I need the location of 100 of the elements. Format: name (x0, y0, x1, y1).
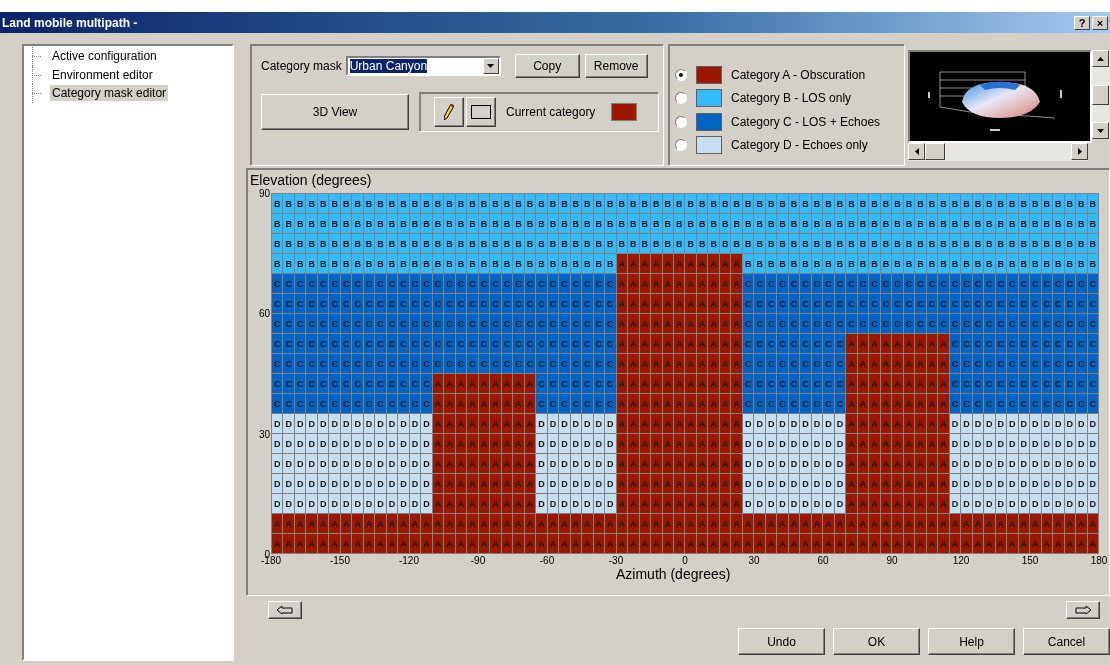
grid-cell[interactable]: B (708, 214, 720, 234)
grid-cell[interactable]: B (1030, 194, 1042, 214)
grid-cell[interactable]: A (731, 374, 743, 394)
grid-cell[interactable]: C (1076, 274, 1088, 294)
grid-cell[interactable]: C (984, 394, 996, 414)
grid-cell[interactable]: A (467, 514, 479, 534)
grid-cell[interactable]: A (651, 314, 663, 334)
grid-cell[interactable]: A (708, 354, 720, 374)
grid-cell[interactable]: D (1087, 494, 1099, 514)
grid-cell[interactable]: C (421, 354, 433, 374)
grid-cell[interactable]: C (444, 274, 456, 294)
grid-cell[interactable]: C (1053, 314, 1065, 334)
grid-cell[interactable]: B (938, 254, 950, 274)
grid-cell[interactable]: D (559, 474, 571, 494)
grid-cell[interactable]: A (467, 434, 479, 454)
grid-cell[interactable]: A (938, 474, 950, 494)
grid-cell[interactable]: A (731, 354, 743, 374)
grid-cell[interactable]: A (651, 474, 663, 494)
grid-cell[interactable]: B (800, 194, 812, 214)
grid-cell[interactable]: D (582, 434, 594, 454)
grid-cell[interactable]: A (559, 514, 571, 534)
grid-cell[interactable]: A (915, 514, 927, 534)
grid-cell[interactable]: A (490, 374, 502, 394)
grid-cell[interactable]: A (651, 354, 663, 374)
grid-cell[interactable]: D (329, 414, 341, 434)
grid-cell[interactable]: C (398, 314, 410, 334)
grid-cell[interactable]: C (1007, 294, 1019, 314)
grid-cell[interactable]: B (628, 234, 640, 254)
grid-cell[interactable]: A (628, 394, 640, 414)
grid-cell[interactable]: D (1007, 414, 1019, 434)
grid-cell[interactable]: B (605, 254, 617, 274)
grid-cell[interactable]: A (490, 494, 502, 514)
grid-cell[interactable]: A (685, 254, 697, 274)
grid-cell[interactable]: B (421, 214, 433, 234)
grid-cell[interactable]: A (444, 434, 456, 454)
grid-cell[interactable]: C (490, 294, 502, 314)
grid-cell[interactable]: C (467, 354, 479, 374)
grid-cell[interactable]: C (846, 314, 858, 334)
grid-cell[interactable]: B (559, 194, 571, 214)
grid-cell[interactable]: C (605, 274, 617, 294)
grid-cell[interactable]: C (467, 294, 479, 314)
grid-cell[interactable]: C (375, 334, 387, 354)
grid-cell[interactable]: D (1076, 474, 1088, 494)
grid-cell[interactable]: A (329, 514, 341, 534)
grid-cell[interactable]: B (651, 234, 663, 254)
grid-cell[interactable]: A (915, 534, 927, 554)
grid-cell[interactable]: A (869, 414, 881, 434)
grid-cell[interactable]: D (1007, 474, 1019, 494)
grid-cell[interactable]: C (1030, 394, 1042, 414)
grid-cell[interactable]: A (306, 514, 318, 534)
grid-cell[interactable]: D (421, 494, 433, 514)
grid-cell[interactable]: C (1030, 314, 1042, 334)
grid-cell[interactable]: D (1007, 434, 1019, 454)
grid-cell[interactable]: A (731, 534, 743, 554)
grid-cell[interactable]: A (961, 534, 973, 554)
grid-cell[interactable]: B (513, 234, 525, 254)
grid-cell[interactable]: A (708, 314, 720, 334)
grid-cell[interactable]: B (467, 214, 479, 234)
grid-cell[interactable]: A (915, 434, 927, 454)
grid-cell[interactable]: C (329, 314, 341, 334)
grid-cell[interactable]: D (984, 494, 996, 514)
grid-cell[interactable]: C (1053, 354, 1065, 374)
grid-cell[interactable]: A (708, 294, 720, 314)
grid-cell[interactable]: C (375, 294, 387, 314)
grid-cell[interactable]: C (329, 374, 341, 394)
grid-cell[interactable]: C (421, 374, 433, 394)
grid-cell[interactable]: B (938, 214, 950, 234)
grid-cell[interactable]: C (582, 294, 594, 314)
close-button[interactable]: × (1092, 15, 1108, 30)
grid-cell[interactable]: A (490, 434, 502, 454)
grid-cell[interactable]: B (651, 194, 663, 214)
grid-cell[interactable]: A (846, 334, 858, 354)
grid-cell[interactable]: B (1087, 254, 1099, 274)
grid-cell[interactable]: B (869, 254, 881, 274)
grid-cell[interactable]: B (398, 214, 410, 234)
grid-cell[interactable]: A (1053, 534, 1065, 554)
grid-cell[interactable]: D (329, 494, 341, 514)
grid-cell[interactable]: A (651, 514, 663, 534)
grid-cell[interactable]: A (651, 294, 663, 314)
grid-cell[interactable]: B (846, 234, 858, 254)
grid-cell[interactable]: C (823, 334, 835, 354)
grid-cell[interactable]: D (823, 414, 835, 434)
grid-cell[interactable]: C (1076, 294, 1088, 314)
grid-cell[interactable]: B (938, 234, 950, 254)
grid-cell[interactable]: C (823, 354, 835, 374)
grid-cell[interactable]: C (1087, 334, 1099, 354)
grid-cell[interactable]: A (915, 454, 927, 474)
grid-cell[interactable]: A (777, 514, 789, 534)
grid-cell[interactable]: A (961, 514, 973, 534)
grid-cell[interactable]: D (605, 454, 617, 474)
grid-cell[interactable]: A (846, 434, 858, 454)
grid-cell[interactable]: C (961, 394, 973, 414)
grid-cell[interactable]: D (398, 474, 410, 494)
grid-cell[interactable]: B (754, 194, 766, 214)
grid-cell[interactable]: A (1087, 514, 1099, 534)
category-radio[interactable] (675, 92, 687, 105)
grid-cell[interactable]: C (536, 294, 548, 314)
grid-cell[interactable]: A (490, 414, 502, 434)
grid-cell[interactable]: A (708, 494, 720, 514)
grid-cell[interactable]: B (559, 234, 571, 254)
